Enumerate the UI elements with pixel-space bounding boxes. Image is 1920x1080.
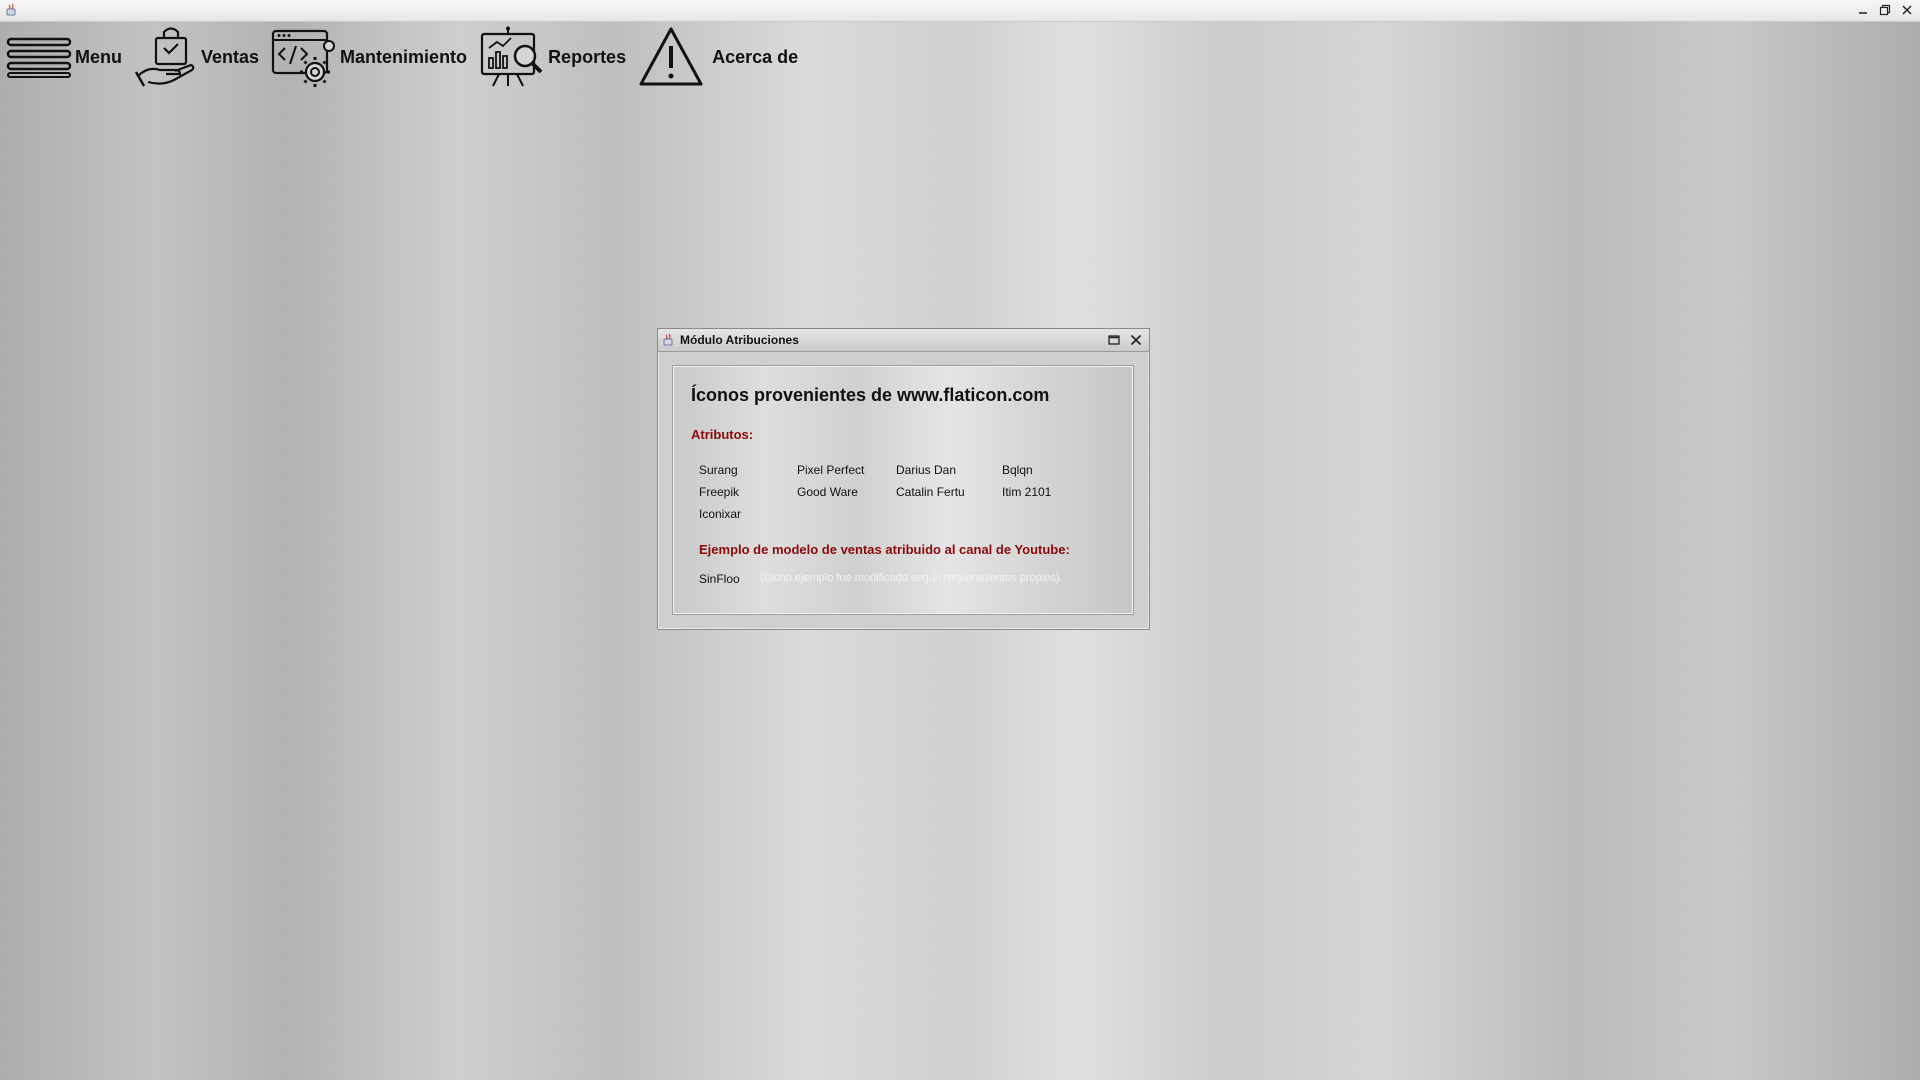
minimize-icon — [1859, 12, 1867, 14]
attributions-panel: Íconos provenientes de www.flaticon.com … — [672, 365, 1134, 615]
menu-item-label: Acerca de — [712, 46, 799, 67]
shopping-bag-hand-icon — [134, 27, 195, 87]
warning-triangle-icon — [639, 27, 703, 86]
menu-item-label: Mantenimiento — [340, 46, 468, 67]
attributions-dialog: Módulo Atribuciones Íconos provenientes … — [657, 328, 1150, 630]
maximize-icon — [1108, 335, 1120, 345]
menu-item-label: Ventas — [201, 46, 260, 67]
modification-note: (Dicho ejemplo fue modificado segun requ… — [760, 572, 1063, 584]
close-icon — [1902, 5, 1912, 15]
menu-item-label: Menu — [75, 46, 122, 67]
author-name: Surang — [699, 463, 738, 477]
author-name: Itim 2101 — [1002, 485, 1052, 499]
dialog-close-button[interactable] — [1128, 332, 1144, 348]
dialog-title: Módulo Atribuciones — [680, 333, 799, 347]
author-name: Pixel Perfect — [797, 463, 865, 477]
dialog-maximize-button[interactable] — [1106, 332, 1122, 348]
close-button[interactable] — [1898, 1, 1916, 19]
dialog-titlebar[interactable]: Módulo Atribuciones — [658, 329, 1149, 352]
minimize-button[interactable] — [1854, 1, 1872, 19]
restore-button[interactable] — [1876, 1, 1894, 19]
author-name: Good Ware — [797, 485, 858, 499]
close-icon — [1130, 334, 1142, 346]
author-name: Darius Dan — [896, 463, 957, 477]
menu-item-acerca-de[interactable]: Acerca de — [638, 22, 798, 92]
restore-icon — [1879, 4, 1891, 16]
hamburger-icon — [6, 37, 72, 78]
menu-item-label: Reportes — [548, 46, 627, 67]
author-name: Iconixar — [699, 507, 742, 521]
attributions-heading: Íconos provenientes de www.flaticon.com — [691, 385, 1050, 405]
java-app-icon — [6, 3, 16, 16]
menu-item-mantenimiento[interactable]: Mantenimiento — [271, 22, 467, 92]
menu-item-reportes[interactable]: Reportes — [479, 22, 626, 92]
author-name: Bqlqn — [1002, 463, 1033, 477]
main-menubar: Menu Ventas Mantenimiento Reportes Acerc… — [0, 22, 798, 92]
java-app-icon — [663, 333, 673, 346]
window-titlebar — [0, 0, 1920, 22]
code-settings-icon — [271, 29, 336, 87]
menu-item-menu[interactable]: Menu — [6, 22, 122, 92]
author-name: Freepik — [699, 485, 740, 499]
menu-item-ventas[interactable]: Ventas — [134, 22, 259, 92]
youtube-attribution-label: Ejemplo de modelo de ventas atribuido al… — [699, 542, 1070, 557]
report-chart-icon — [480, 26, 543, 87]
youtube-author: SinFloo — [699, 572, 740, 586]
author-name: Catalin Fertu — [896, 485, 965, 499]
attributes-label: Atributos: — [691, 427, 754, 442]
